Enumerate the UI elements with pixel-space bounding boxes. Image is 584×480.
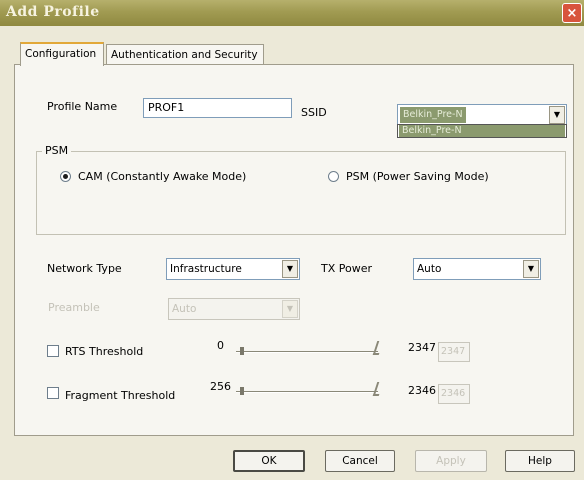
network-type-value: Infrastructure (170, 263, 242, 275)
cancel-button[interactable]: Cancel (325, 450, 395, 472)
ssid-dropdown-list: Belkin_Pre-N (397, 124, 567, 138)
chevron-down-icon[interactable]: ▼ (282, 260, 298, 278)
preamble-label: Preamble (48, 301, 100, 314)
add-profile-window: Add Profile × Configuration Authenticati… (0, 0, 584, 480)
fragment-min-label: 256 (210, 380, 231, 393)
fragment-slider-track[interactable] (236, 391, 378, 393)
ssid-selected-value: Belkin_Pre-N (400, 107, 466, 123)
cam-radio[interactable] (60, 171, 71, 182)
network-type-label: Network Type (47, 262, 122, 275)
chevron-down-icon[interactable]: ▼ (523, 260, 539, 278)
preamble-value: Auto (172, 303, 197, 315)
ok-button[interactable]: OK (233, 450, 305, 472)
window-title: Add Profile (6, 4, 100, 20)
fragment-max-label: 2346 (408, 384, 436, 397)
chevron-down-icon[interactable]: ▼ (549, 106, 565, 124)
rts-max-label: 2347 (408, 341, 436, 354)
title-bar[interactable]: Add Profile × (0, 0, 584, 26)
fragment-value-field: 2346 (438, 384, 470, 404)
radio-selected-dot (63, 174, 68, 179)
ssid-label: SSID (301, 106, 327, 119)
rts-value-field: 2347 (438, 342, 470, 362)
help-button[interactable]: Help (505, 450, 575, 472)
psm-group (36, 151, 566, 235)
tab-configuration[interactable]: Configuration (20, 42, 104, 66)
tab-authentication-security[interactable]: Authentication and Security (106, 44, 264, 66)
rts-min-label: 0 (217, 339, 224, 352)
rts-threshold-label: RTS Threshold (65, 345, 144, 358)
preamble-select: Auto ▼ (168, 298, 300, 320)
tab-configuration-label: Configuration (25, 48, 97, 60)
fragment-threshold-checkbox[interactable] (47, 387, 59, 399)
fragment-slider-thumb[interactable] (240, 387, 244, 395)
rts-threshold-checkbox[interactable] (47, 345, 59, 357)
psm-group-label: PSM (42, 144, 72, 157)
psm-radio[interactable] (328, 171, 339, 182)
psm-radio-label: PSM (Power Saving Mode) (346, 170, 489, 183)
tab-authentication-security-label: Authentication and Security (111, 49, 258, 61)
rts-slider-track[interactable] (236, 351, 378, 353)
apply-button: Apply (415, 450, 487, 472)
fragment-threshold-label: Fragment Threshold (65, 389, 176, 402)
close-button[interactable]: × (562, 3, 582, 23)
ssid-option[interactable]: Belkin_Pre-N (399, 125, 565, 137)
network-type-select[interactable]: Infrastructure ▼ (166, 258, 300, 280)
cam-radio-label: CAM (Constantly Awake Mode) (78, 170, 247, 183)
tx-power-label: TX Power (321, 262, 373, 275)
tx-power-value: Auto (417, 263, 442, 275)
profile-name-input[interactable]: PROF1 (143, 98, 292, 118)
close-icon: × (566, 6, 578, 21)
tx-power-select[interactable]: Auto ▼ (413, 258, 541, 280)
ssid-select[interactable]: Belkin_Pre-N ▼ (397, 104, 567, 126)
chevron-down-icon: ▼ (282, 300, 298, 318)
profile-name-label: Profile Name (47, 100, 118, 113)
rts-slider-thumb[interactable] (240, 347, 244, 355)
